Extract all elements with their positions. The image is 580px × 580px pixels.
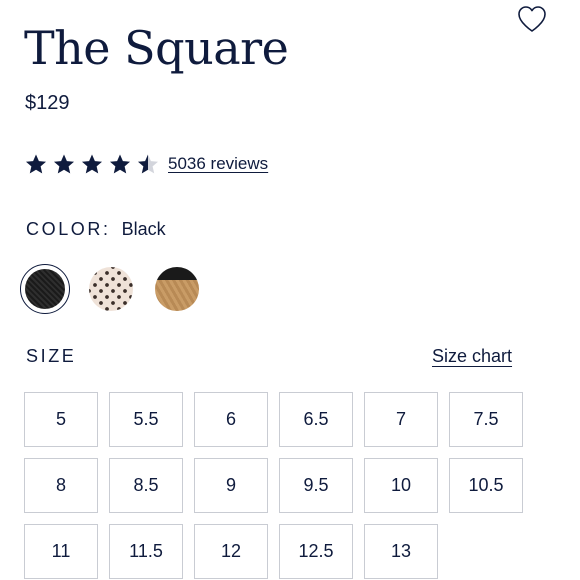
size-option-button[interactable]: 11.5 [109, 524, 183, 579]
size-option-button[interactable]: 11 [24, 524, 98, 579]
size-option-button[interactable]: 9.5 [279, 458, 353, 513]
star-icon [26, 154, 46, 174]
heart-icon[interactable] [516, 4, 548, 34]
size-option-button[interactable]: 5 [24, 392, 98, 447]
star-rating [24, 153, 160, 175]
color-swatch-tan[interactable] [155, 267, 199, 311]
size-option-button[interactable]: 8.5 [109, 458, 183, 513]
size-option-button[interactable]: 8 [24, 458, 98, 513]
size-option-button[interactable]: 10.5 [449, 458, 523, 513]
size-option-button[interactable]: 13 [364, 524, 438, 579]
size-option-button[interactable]: 12.5 [279, 524, 353, 579]
size-option-button[interactable]: 5.5 [109, 392, 183, 447]
star-icon [110, 154, 130, 174]
product-price: $129 [25, 92, 70, 114]
color-label: COLOR: [26, 219, 111, 239]
star-icon [82, 154, 102, 174]
star-icon [138, 154, 158, 174]
size-option-button[interactable]: 7.5 [449, 392, 523, 447]
size-option-button[interactable]: 6 [194, 392, 268, 447]
color-swatch-cream-dots[interactable] [89, 267, 133, 311]
size-options-grid: 5 5.5 6 6.5 7 7.5 8 8.5 9 9.5 10 10.5 11 11.5 12 12.5 13 [24, 392, 524, 579]
star-icon [54, 154, 74, 174]
size-option-button[interactable]: 10 [364, 458, 438, 513]
color-swatch-black[interactable] [25, 269, 65, 309]
size-option-button[interactable]: 9 [194, 458, 268, 513]
selected-color-name: Black [121, 219, 166, 239]
reviews-link[interactable]: 5036 reviews [168, 153, 268, 175]
size-chart-link[interactable]: Size chart [432, 345, 512, 367]
size-option-button[interactable]: 7 [364, 392, 438, 447]
size-option-button[interactable]: 6.5 [279, 392, 353, 447]
size-option-button[interactable]: 12 [194, 524, 268, 579]
color-heading: COLOR: Black [26, 218, 166, 240]
product-title: The Square [24, 21, 289, 75]
size-heading: SIZE [26, 346, 77, 366]
